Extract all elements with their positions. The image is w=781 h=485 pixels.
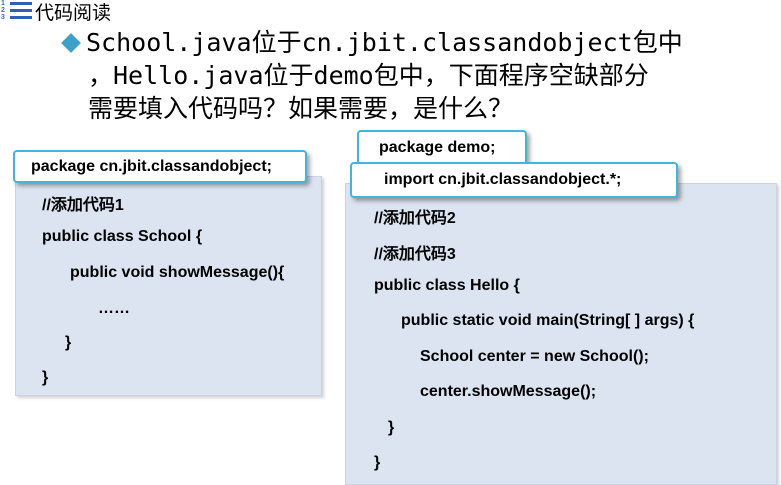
hello-code-box: //添加代码2 //添加代码3 public class Hello { pub… bbox=[345, 183, 777, 485]
code-line: } bbox=[65, 334, 72, 351]
code-line: …… bbox=[98, 300, 130, 317]
demo-package-callout: package demo; bbox=[357, 130, 527, 166]
school-package-callout: package cn.jbit.classandobject; bbox=[13, 150, 307, 183]
code-line: } bbox=[374, 454, 381, 471]
code-line: public class Hello { bbox=[374, 277, 520, 294]
import-callout: import cn.jbit.classandobject.*; bbox=[350, 162, 678, 198]
code-line: //添加代码3 bbox=[374, 246, 456, 263]
code-line: } bbox=[388, 419, 395, 436]
import-statement: import cn.jbit.classandobject.*; bbox=[384, 171, 622, 188]
package-declaration: package demo; bbox=[379, 139, 496, 156]
code-line: //添加代码2 bbox=[374, 210, 456, 227]
question-line-1: School.java位于cn.jbit.classandobject包中 bbox=[86, 28, 683, 57]
code-line: } bbox=[42, 369, 49, 386]
code-line: center.showMessage(); bbox=[420, 383, 597, 400]
code-line: public static void main(String[ ] args) … bbox=[401, 312, 695, 329]
code-line: School center = new School(); bbox=[420, 348, 649, 365]
question-text: School.java位于cn.jbit.classandobject包中 ，H… bbox=[61, 26, 774, 125]
question-line-2: ，Hello.java位于demo包中，下面程序空缺部分 bbox=[88, 61, 649, 90]
school-code-box: //添加代码1 public class School { public voi… bbox=[15, 176, 322, 396]
slide-title-bar: 1 2 3 代码阅读 bbox=[0, 0, 112, 24]
question-line-3: 需要填入代码吗？如果需要，是什么？ bbox=[88, 94, 514, 123]
package-declaration: package cn.jbit.classandobject; bbox=[31, 157, 272, 175]
numbered-list-icon: 1 2 3 bbox=[0, 0, 34, 22]
code-line: //添加代码1 bbox=[42, 197, 124, 214]
code-line: public class School { bbox=[42, 228, 203, 245]
slide-title: 代码阅读 bbox=[35, 1, 112, 24]
code-line: public void showMessage(){ bbox=[70, 264, 285, 281]
bullet-diamond-icon bbox=[61, 32, 81, 53]
